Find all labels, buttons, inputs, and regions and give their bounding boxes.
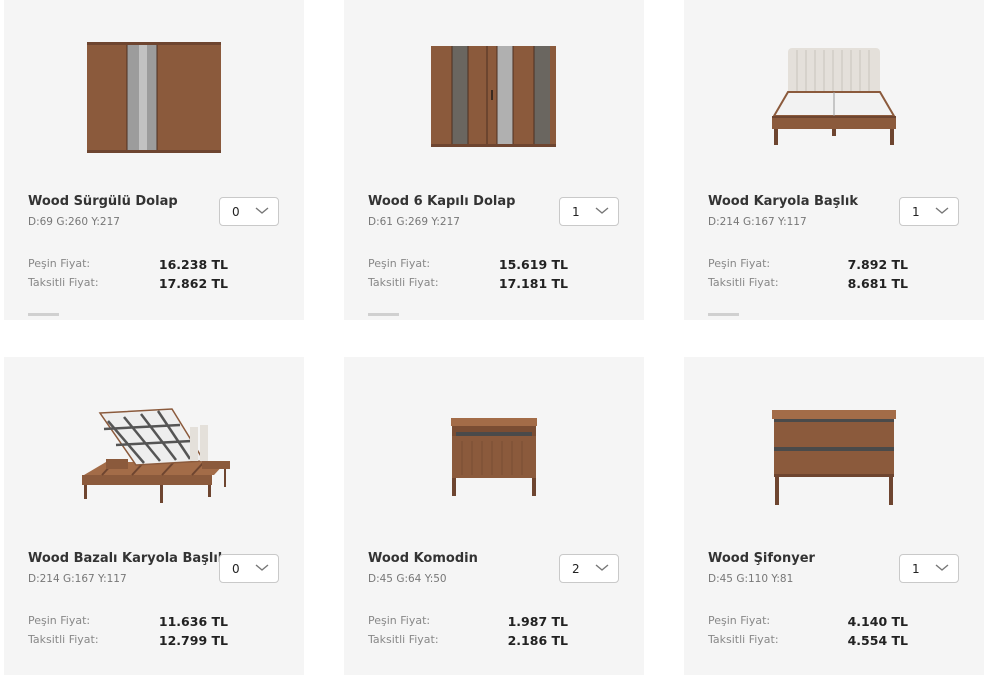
slider-indicator bbox=[368, 313, 399, 316]
cash-price-label: Peşin Fiyat: bbox=[708, 614, 771, 627]
cash-price-label: Peşin Fiyat: bbox=[368, 257, 431, 270]
quantity-value: 1 bbox=[912, 205, 920, 219]
quantity-select[interactable]: 1 bbox=[899, 197, 959, 226]
quantity-select[interactable]: 1 bbox=[899, 554, 959, 583]
chevron-down-icon bbox=[255, 564, 269, 571]
cash-price: 4.140 TL bbox=[847, 614, 908, 629]
product-card[interactable]: Wood Bazalı Karyola Başlık D:214 G:167 Y… bbox=[4, 357, 304, 675]
installment-price-label: Taksitli Fiyat: bbox=[708, 633, 779, 646]
chevron-down-icon bbox=[935, 564, 949, 571]
product-card[interactable]: Wood Karyola Başlık D:214 G:167 Y:117 1 … bbox=[684, 0, 984, 320]
installment-price: 4.554 TL bbox=[847, 633, 908, 648]
product-name[interactable]: Wood Sürgülü Dolap bbox=[28, 194, 178, 209]
chevron-down-icon bbox=[595, 564, 609, 571]
quantity-select[interactable]: 0 bbox=[219, 554, 279, 583]
quantity-value: 1 bbox=[912, 562, 920, 576]
installment-price-label: Taksitli Fiyat: bbox=[708, 276, 779, 289]
slider-indicator bbox=[28, 313, 59, 316]
product-dimensions: D:214 G:167 Y:117 bbox=[708, 216, 807, 228]
product-dimensions: D:45 G:110 Y:81 bbox=[708, 573, 794, 585]
quantity-select[interactable]: 2 bbox=[559, 554, 619, 583]
storage-bed-icon bbox=[82, 408, 230, 503]
product-card[interactable]: Wood Komodin D:45 G:64 Y:50 2 Peşin Fiya… bbox=[344, 357, 644, 675]
slider-indicator bbox=[708, 313, 739, 316]
product-dimensions: D:45 G:64 Y:50 bbox=[368, 573, 447, 585]
cash-price-label: Peşin Fiyat: bbox=[368, 614, 431, 627]
installment-price-label: Taksitli Fiyat: bbox=[368, 276, 439, 289]
product-card[interactable]: Wood 6 Kapılı Dolap D:61 G:269 Y:217 1 P… bbox=[344, 0, 644, 320]
installment-price-label: Taksitli Fiyat: bbox=[368, 633, 439, 646]
installment-price: 17.862 TL bbox=[158, 276, 228, 291]
product-card[interactable]: Wood Şifonyer D:45 G:110 Y:81 1 Peşin Fi… bbox=[684, 357, 984, 675]
quantity-value: 0 bbox=[232, 205, 240, 219]
cash-price: 16.238 TL bbox=[158, 257, 228, 272]
quantity-value: 2 bbox=[572, 562, 580, 576]
product-name[interactable]: Wood Bazalı Karyola Başlık bbox=[28, 551, 226, 566]
quantity-value: 1 bbox=[572, 205, 580, 219]
cash-price: 1.987 TL bbox=[507, 614, 568, 629]
cash-price: 15.619 TL bbox=[498, 257, 568, 272]
quantity-select[interactable]: 1 bbox=[559, 197, 619, 226]
product-dimensions: D:214 G:167 Y:117 bbox=[28, 573, 127, 585]
product-image[interactable] bbox=[344, 0, 644, 180]
installment-price: 2.186 TL bbox=[507, 633, 568, 648]
product-image[interactable] bbox=[684, 357, 984, 537]
product-name[interactable]: Wood Komodin bbox=[368, 551, 478, 566]
nightstand-icon bbox=[451, 418, 537, 496]
product-image[interactable] bbox=[684, 0, 984, 180]
product-image[interactable] bbox=[344, 357, 644, 537]
installment-price: 12.799 TL bbox=[158, 633, 228, 648]
installment-price: 17.181 TL bbox=[498, 276, 568, 291]
cash-price: 11.636 TL bbox=[158, 614, 228, 629]
quantity-select[interactable]: 0 bbox=[219, 197, 279, 226]
product-card[interactable]: Wood Sürgülü Dolap D:69 G:260 Y:217 0 Pe… bbox=[4, 0, 304, 320]
quantity-value: 0 bbox=[232, 562, 240, 576]
cash-price: 7.892 TL bbox=[847, 257, 908, 272]
cash-price-label: Peşin Fiyat: bbox=[708, 257, 771, 270]
product-image[interactable] bbox=[4, 0, 304, 180]
chevron-down-icon bbox=[255, 207, 269, 214]
sliding-wardrobe-icon bbox=[87, 42, 221, 153]
product-name[interactable]: Wood Karyola Başlık bbox=[708, 194, 858, 209]
installment-price-label: Taksitli Fiyat: bbox=[28, 276, 99, 289]
product-name[interactable]: Wood Şifonyer bbox=[708, 551, 815, 566]
cash-price-label: Peşin Fiyat: bbox=[28, 257, 91, 270]
bed-with-headboard-icon bbox=[772, 48, 896, 145]
product-name[interactable]: Wood 6 Kapılı Dolap bbox=[368, 194, 515, 209]
chevron-down-icon bbox=[595, 207, 609, 214]
product-dimensions: D:69 G:260 Y:217 bbox=[28, 216, 120, 228]
installment-price-label: Taksitli Fiyat: bbox=[28, 633, 99, 646]
six-door-wardrobe-icon bbox=[431, 46, 556, 147]
product-image[interactable] bbox=[4, 357, 304, 537]
dresser-icon bbox=[772, 410, 896, 505]
product-dimensions: D:61 G:269 Y:217 bbox=[368, 216, 460, 228]
cash-price-label: Peşin Fiyat: bbox=[28, 614, 91, 627]
installment-price: 8.681 TL bbox=[847, 276, 908, 291]
chevron-down-icon bbox=[935, 207, 949, 214]
